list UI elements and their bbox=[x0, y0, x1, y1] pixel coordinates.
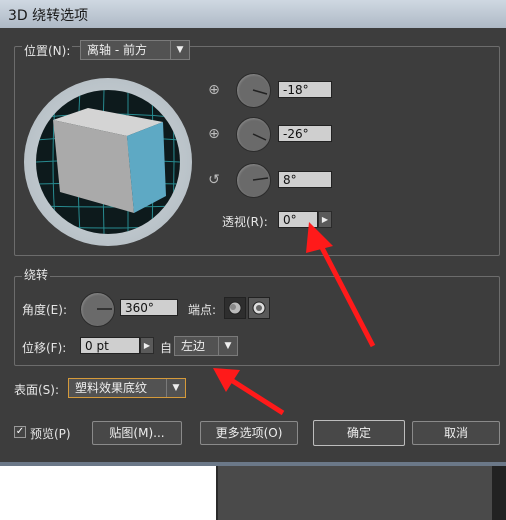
annotation-arrow-surface bbox=[226, 375, 285, 416]
annotation-arrows bbox=[213, 222, 376, 416]
annotation-arrow-perspective bbox=[315, 238, 376, 348]
annotation-arrowhead-surface bbox=[213, 368, 240, 392]
annotation-arrowhead-perspective bbox=[306, 222, 333, 253]
